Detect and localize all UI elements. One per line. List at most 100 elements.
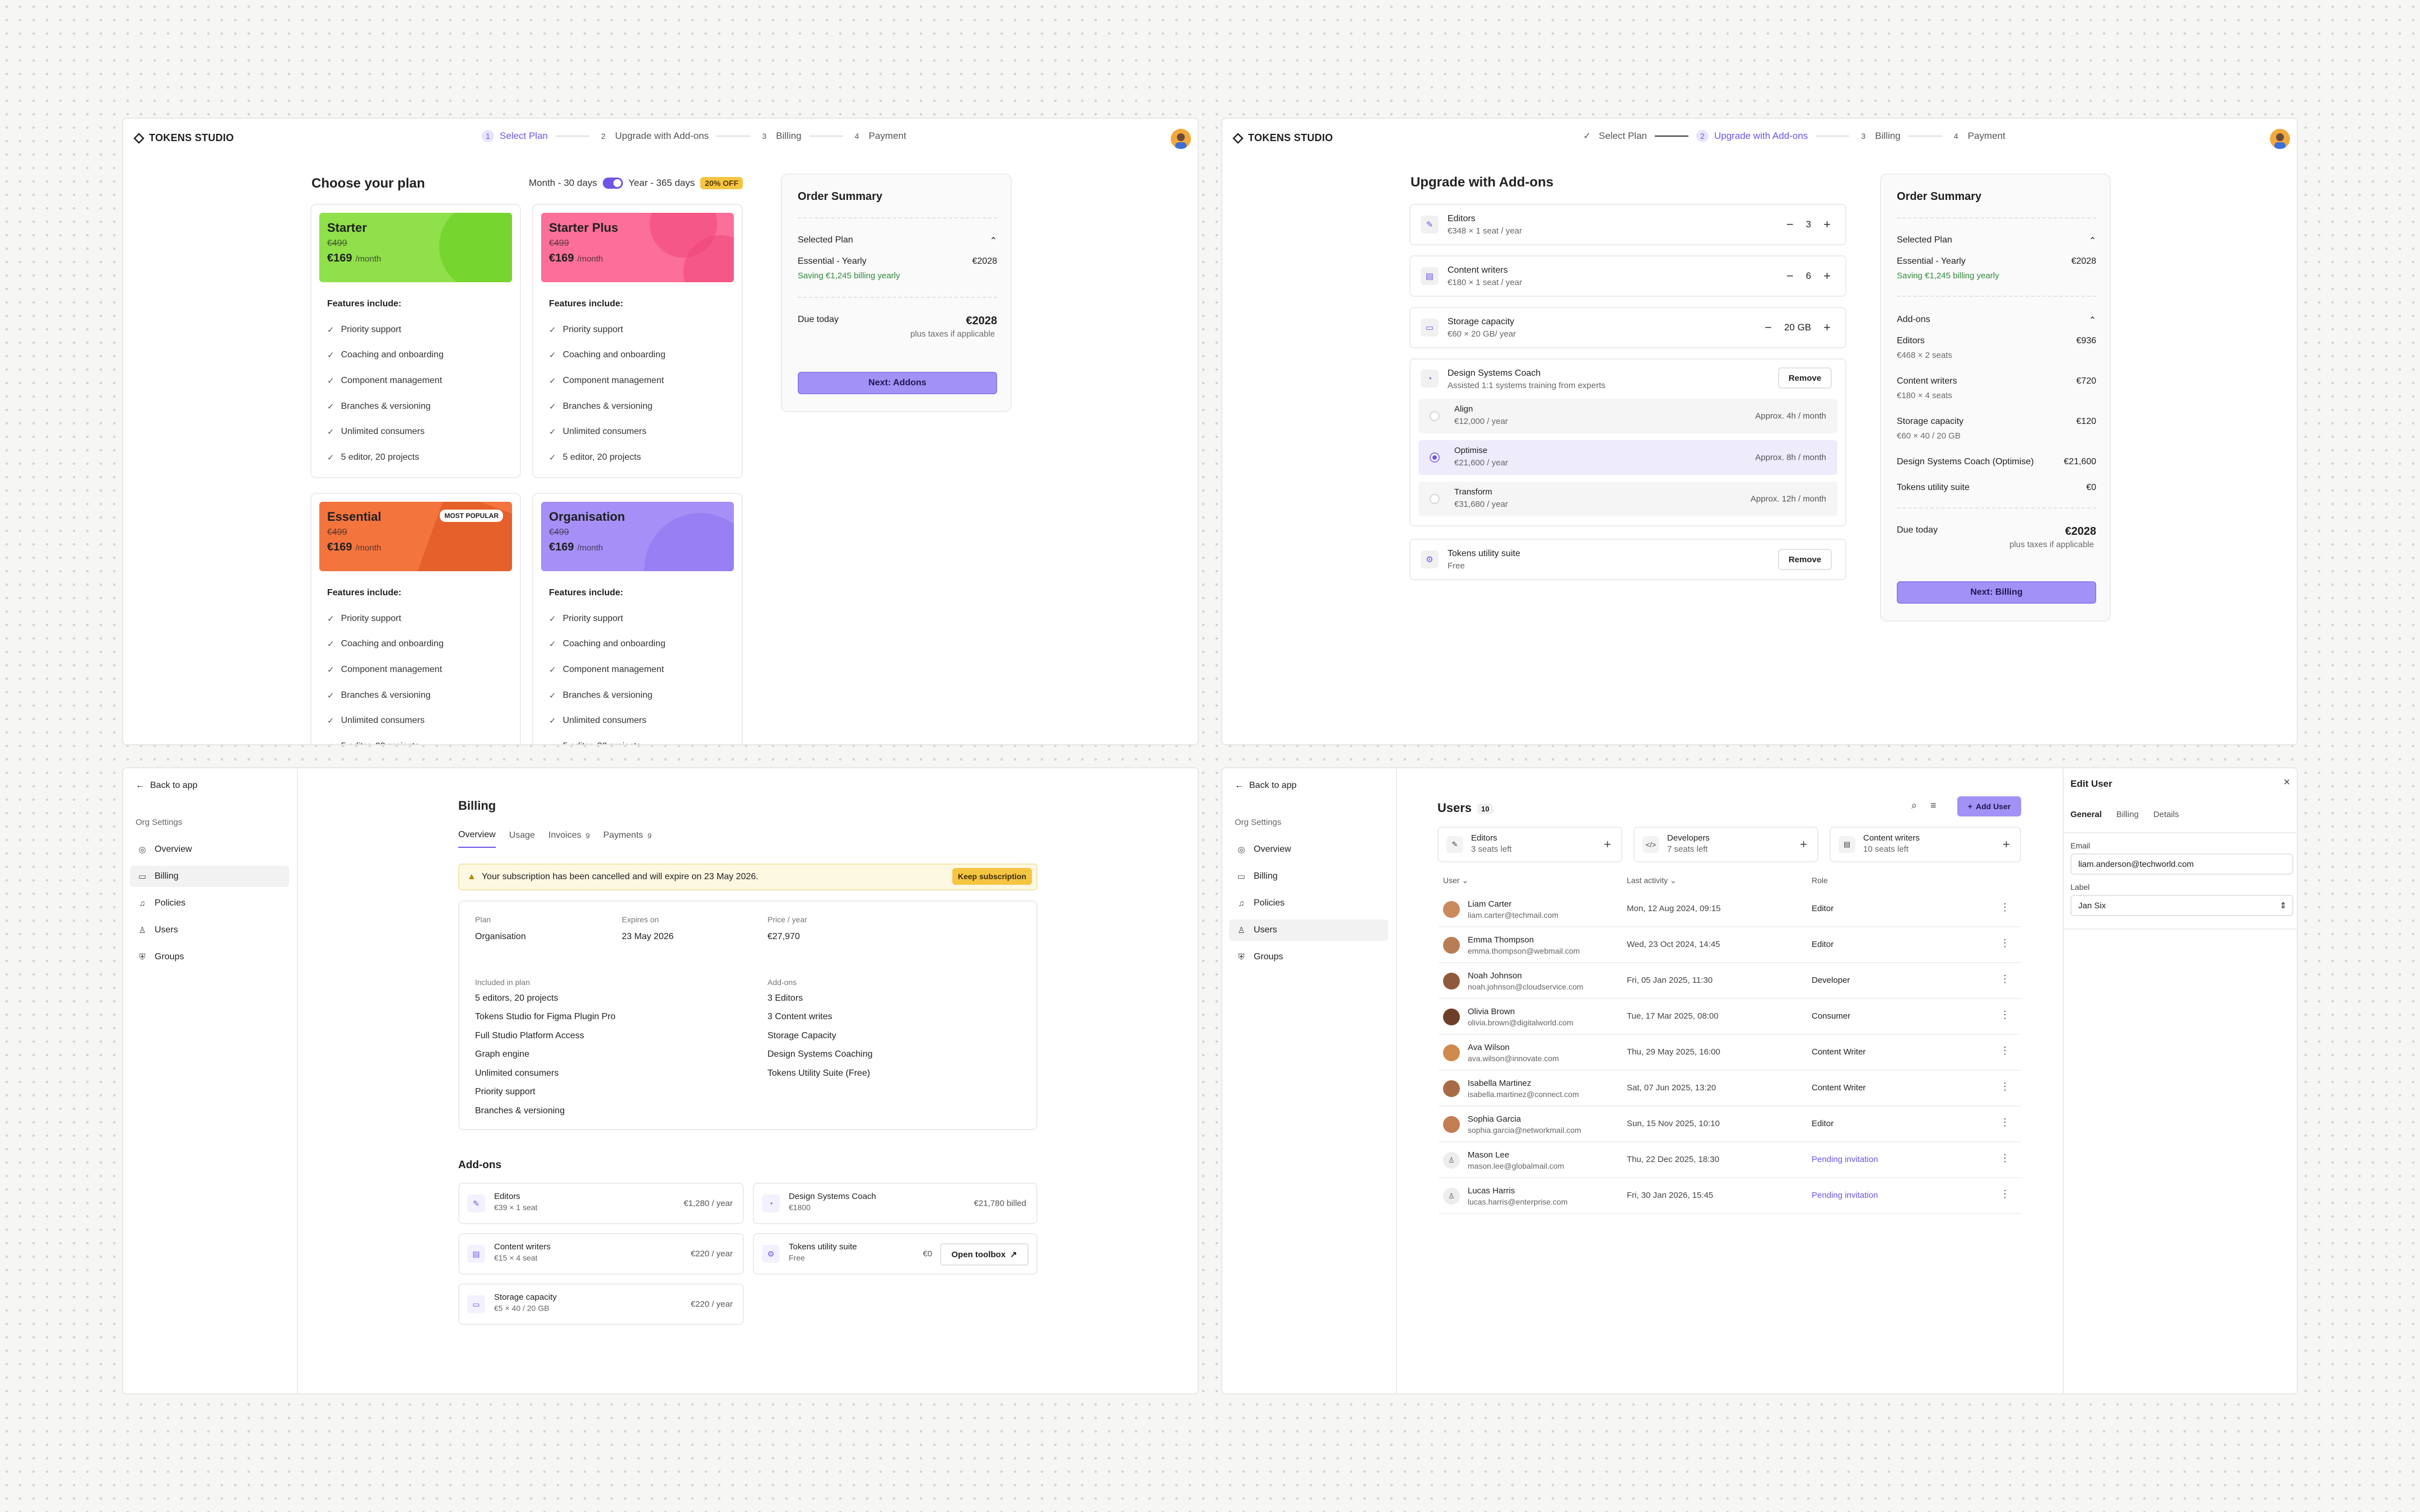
plan-card-starter-plus[interactable]: Starter Plus €499 €169/month Features in…: [532, 204, 743, 478]
step-payment[interactable]: 4 Payment: [851, 130, 906, 142]
tab-invoices[interactable]: Invoices 9: [548, 830, 590, 848]
kebab-menu-icon[interactable]: ⋮: [2000, 1009, 2010, 1021]
kebab-menu-icon[interactable]: ⋮: [2000, 973, 2010, 985]
back-to-app-link[interactable]: ← Back to app: [1235, 781, 1297, 791]
check-icon: ✓: [549, 325, 556, 335]
kebab-menu-icon[interactable]: ⋮: [2000, 1117, 2010, 1128]
brand-logo[interactable]: TOKENS STUDIO: [133, 132, 234, 144]
tab-details[interactable]: Details: [2153, 810, 2179, 826]
step-addons[interactable]: 2 Upgrade with Add-ons: [1696, 130, 1808, 142]
credit-card-icon: ▭: [1237, 872, 1246, 881]
diamond-logo-icon: [133, 132, 145, 144]
radio[interactable]: [1430, 494, 1440, 504]
included-list: 5 editors, 20 projects Tokens Studio for…: [475, 993, 616, 1116]
table-row[interactable]: ♙ Lucas Harris lucas.harris@enterprise.com…: [1439, 1178, 2021, 1214]
plan-card-organisation[interactable]: Organisation €499 €169/month Features in…: [532, 493, 743, 744]
column-last-activity[interactable]: Last activity ⌄: [1627, 876, 1677, 885]
label-select[interactable]: Jan Six ⇕: [2070, 895, 2293, 916]
table-row[interactable]: Liam Carter liam.carter@techmail.com Mon, …: [1439, 892, 2021, 927]
tab-general[interactable]: General: [2070, 810, 2102, 826]
kebab-menu-icon[interactable]: ⋮: [2000, 1188, 2010, 1200]
open-toolbox-button[interactable]: Open toolbox ↗: [940, 1243, 1028, 1266]
kebab-menu-icon[interactable]: ⋮: [2000, 902, 2010, 913]
step-payment[interactable]: 4 Payment: [1950, 130, 2005, 142]
back-to-app-link[interactable]: ← Back to app: [136, 781, 198, 791]
user-avatar[interactable]: [2270, 129, 2290, 149]
next-addons-button[interactable]: Next: Addons: [798, 372, 997, 394]
step-addons[interactable]: 2 Upgrade with Add-ons: [597, 130, 709, 142]
sidebar-item-policies[interactable]: ♫ Policies: [1229, 893, 1388, 914]
sidebar-item-groups[interactable]: ⛨ Groups: [1229, 946, 1388, 968]
search-icon[interactable]: ⌕: [1911, 800, 1917, 811]
radio[interactable]: [1430, 411, 1440, 421]
seat-card-editors: ✎ Editors 3 seats left +: [1437, 827, 1622, 862]
sidebar-item-users[interactable]: ♙ Users: [1229, 920, 1388, 941]
brand-logo[interactable]: TOKENS STUDIO: [1232, 132, 1333, 144]
kebab-menu-icon[interactable]: ⋮: [2000, 1081, 2010, 1093]
table-row[interactable]: Olivia Brown olivia.brown@digitalworld.co…: [1439, 999, 2021, 1035]
table-row[interactable]: Sophia Garcia sophia.garcia@networkmail.c…: [1439, 1107, 2021, 1142]
table-row[interactable]: Noah Johnson noah.johnson@cloudservice.co…: [1439, 963, 2021, 999]
close-icon[interactable]: ×: [2283, 776, 2290, 789]
table-row[interactable]: Ava Wilson ava.wilson@innovate.com Thu, 29…: [1439, 1035, 2021, 1071]
sidebar-item-overview[interactable]: ◎ Overview: [1229, 839, 1388, 860]
coach-option-optimise[interactable]: Optimise €21,600 / year Approx. 8h / mon…: [1418, 440, 1837, 475]
minus-button[interactable]: −: [1765, 320, 1772, 335]
settings-sidebar: ← Back to app Org Settings ◎ Overview ▭ Bil…: [1222, 768, 1397, 1393]
plus-button[interactable]: +: [1823, 269, 1831, 283]
column-user[interactable]: User ⌄: [1443, 876, 1468, 885]
table-row[interactable]: Isabella Martinez isabella.martinez@conne…: [1439, 1071, 2021, 1107]
step-select-plan[interactable]: 1 Select Plan: [482, 130, 548, 142]
add-seat-button[interactable]: +: [1604, 837, 1611, 852]
step-select-plan[interactable]: ✓ Select Plan: [1581, 130, 1647, 142]
add-user-button[interactable]: + Add User: [1957, 796, 2021, 816]
tab-payments[interactable]: Payments 9: [603, 830, 651, 848]
next-billing-button[interactable]: Next: Billing: [1897, 581, 2096, 604]
radio[interactable]: [1430, 452, 1440, 463]
tab-billing[interactable]: Billing: [2116, 810, 2139, 826]
keep-subscription-button[interactable]: Keep subscription: [952, 868, 1032, 885]
kebab-menu-icon[interactable]: ⋮: [2000, 937, 2010, 949]
sidebar-item-billing[interactable]: ▭ Billing: [1229, 866, 1388, 887]
check-icon: ✓: [1583, 132, 1591, 141]
remove-utility-button[interactable]: Remove: [1778, 549, 1832, 570]
kebab-menu-icon[interactable]: ⋮: [2000, 1152, 2010, 1164]
add-seat-button[interactable]: +: [2003, 837, 2010, 852]
check-icon: ✓: [327, 640, 334, 650]
table-row[interactable]: Emma Thompson emma.thompson@webmail.com We…: [1439, 927, 2021, 963]
sidebar-item-users[interactable]: ♙ Users: [130, 920, 289, 941]
user-avatar[interactable]: [1171, 129, 1191, 149]
coach-option-transform[interactable]: Transform €31,680 / year Approx. 12h / m…: [1418, 482, 1837, 516]
tab-overview[interactable]: Overview: [458, 830, 496, 848]
period-switch[interactable]: [602, 178, 623, 189]
sidebar-item-overview[interactable]: ◎ Overview: [130, 839, 289, 860]
feature-item: ✓ Coaching and onboarding: [327, 639, 444, 650]
folder-icon: ▭: [467, 1295, 485, 1313]
add-seat-button[interactable]: +: [1800, 837, 1807, 852]
billing-period-toggle[interactable]: Month - 30 days Year - 365 days 20% OFF: [529, 177, 743, 189]
sidebar-item-groups[interactable]: ⛨ Groups: [130, 946, 289, 968]
plan-card-essential[interactable]: MOST POPULAR Essential €499 €169/month F…: [310, 493, 521, 744]
sidebar-item-policies[interactable]: ♫ Policies: [130, 893, 289, 914]
coach-option-align[interactable]: Align €12,000 / year Approx. 4h / month: [1418, 399, 1837, 433]
feature-item: ✓ Coaching and onboarding: [549, 639, 666, 650]
selected-plan-header[interactable]: Selected Plan ⌃: [1897, 235, 2096, 246]
minus-button[interactable]: −: [1786, 217, 1794, 232]
table-row[interactable]: ♙ Mason Lee mason.lee@globalmail.com Thu, 2…: [1439, 1142, 2021, 1178]
filter-icon[interactable]: ≡: [1930, 800, 1937, 811]
plan-card-starter[interactable]: Starter €499 €169/month Features include…: [310, 204, 521, 478]
remove-coach-button[interactable]: Remove: [1778, 367, 1832, 389]
plus-button[interactable]: +: [1823, 217, 1831, 232]
addons-header[interactable]: Add-ons ⌃: [1897, 315, 2096, 326]
step-billing[interactable]: 3 Billing: [1857, 130, 1900, 142]
order-summary: Order Summary Selected Plan ⌃ Essential -…: [781, 174, 1012, 412]
sidebar-item-billing[interactable]: ▭ Billing: [130, 866, 289, 887]
selected-plan-header[interactable]: Selected Plan ⌃: [798, 235, 997, 246]
minus-button[interactable]: −: [1786, 269, 1794, 283]
step-billing[interactable]: 3 Billing: [758, 130, 801, 142]
email-field[interactable]: liam.anderson@techworld.com: [2070, 853, 2293, 875]
plus-button[interactable]: +: [1823, 320, 1831, 335]
tab-usage[interactable]: Usage: [509, 830, 535, 848]
kebab-menu-icon[interactable]: ⋮: [2000, 1045, 2010, 1057]
step-divider: [809, 136, 843, 137]
